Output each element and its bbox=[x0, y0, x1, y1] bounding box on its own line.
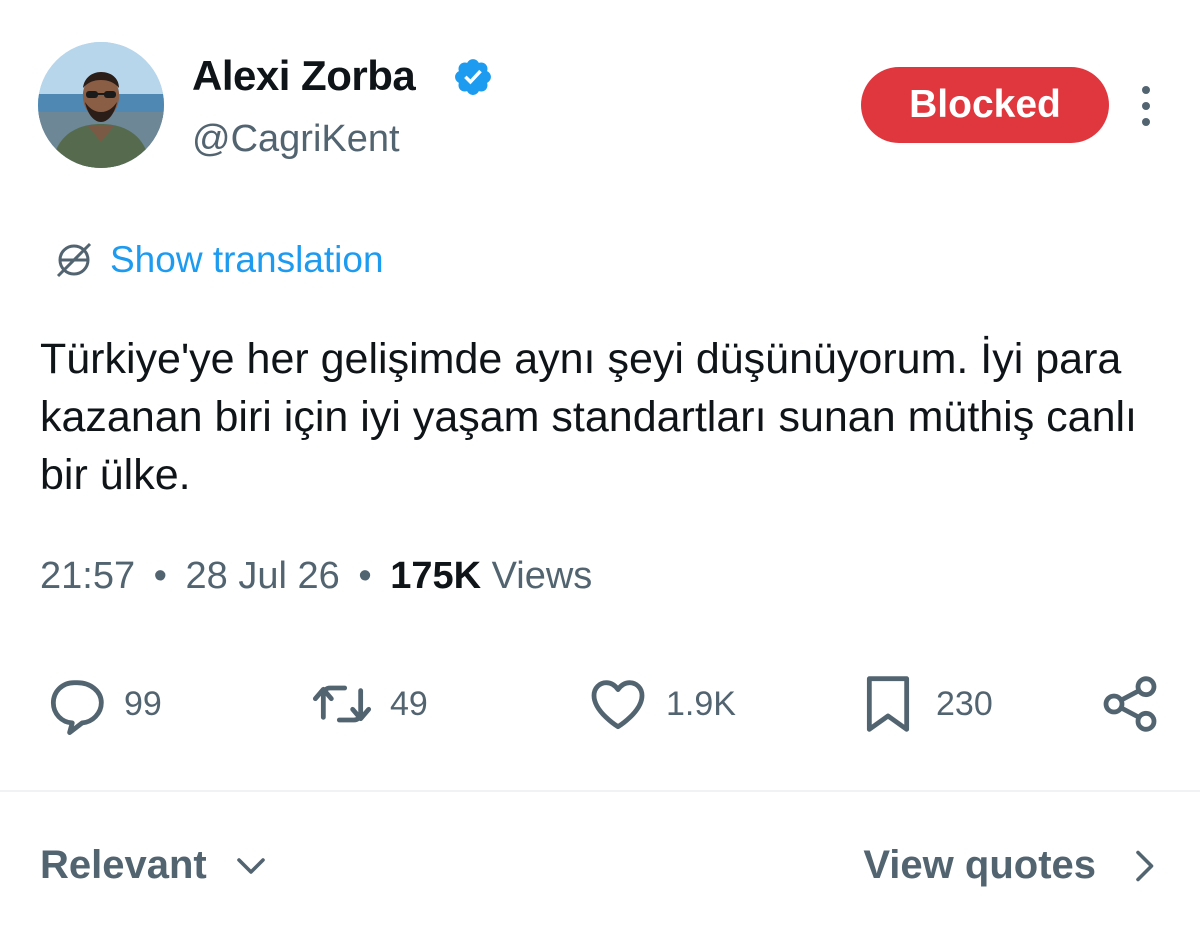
show-translation-link[interactable]: Show translation bbox=[52, 236, 384, 284]
view-quotes-link[interactable]: View quotes bbox=[863, 843, 1162, 888]
reply-button[interactable]: 99 bbox=[44, 664, 162, 744]
views-count: 175K bbox=[390, 555, 482, 597]
reply-icon bbox=[50, 680, 104, 735]
tweet-time[interactable]: 21:57 bbox=[40, 555, 135, 597]
display-name[interactable]: Alexi Zorba bbox=[192, 52, 416, 100]
chevron-right-icon bbox=[1136, 850, 1154, 881]
blocked-button[interactable]: Blocked bbox=[861, 67, 1109, 143]
share-icon bbox=[1103, 676, 1157, 732]
view-quotes-label: View quotes bbox=[863, 843, 1096, 887]
retweet-count: 49 bbox=[390, 684, 428, 723]
chevron-down-icon bbox=[236, 857, 265, 874]
tweet-header: Alexi Zorba @CagriKent Blocked bbox=[0, 0, 1200, 190]
bookmark-icon bbox=[866, 676, 910, 732]
bookmark-button[interactable]: 230 bbox=[856, 664, 993, 744]
views-label: Views bbox=[491, 555, 593, 597]
divider bbox=[0, 790, 1200, 792]
meta-separator: • bbox=[153, 555, 167, 597]
sort-label: Relevant bbox=[40, 843, 207, 887]
action-bar: 99 49 1.9K 230 bbox=[0, 664, 1200, 744]
heart-icon bbox=[591, 680, 645, 730]
tweet-body: Türkiye'ye her gelişimde aynı şeyi düşün… bbox=[40, 335, 1138, 499]
user-handle[interactable]: @CagriKent bbox=[192, 118, 400, 161]
avatar-image bbox=[38, 42, 164, 168]
avatar[interactable] bbox=[38, 42, 164, 168]
tweet-meta: 21:57 • 28 Jul 26 • 175K Views bbox=[40, 555, 592, 598]
retweet-button[interactable]: 49 bbox=[310, 664, 428, 744]
like-button[interactable]: 1.9K bbox=[586, 664, 736, 744]
like-count: 1.9K bbox=[666, 684, 736, 723]
verified-badge-icon bbox=[455, 59, 491, 95]
share-button[interactable] bbox=[1098, 664, 1162, 744]
retweet-icon bbox=[312, 685, 372, 723]
reply-count: 99 bbox=[124, 684, 162, 723]
sort-dropdown[interactable]: Relevant bbox=[40, 843, 269, 888]
tweet-date[interactable]: 28 Jul 26 bbox=[186, 555, 340, 597]
meta-separator: • bbox=[358, 555, 372, 597]
show-translation-label: Show translation bbox=[110, 239, 384, 280]
translate-globe-icon bbox=[56, 242, 92, 278]
more-options-icon[interactable] bbox=[1130, 82, 1162, 130]
bookmark-count: 230 bbox=[936, 684, 993, 723]
